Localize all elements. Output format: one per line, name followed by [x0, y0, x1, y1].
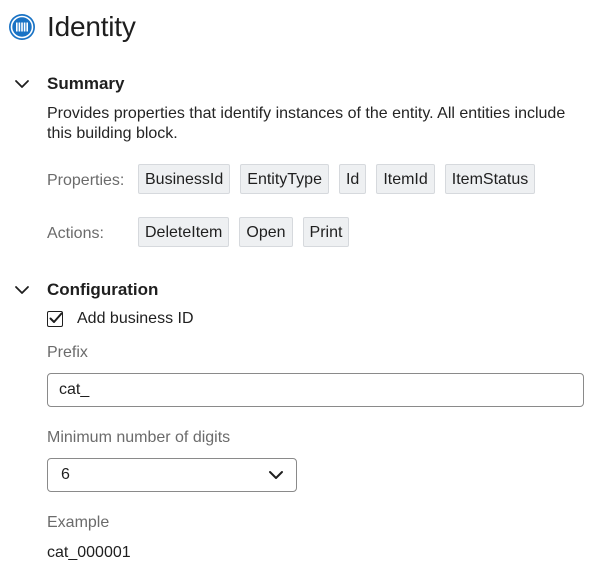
summary-section-title: Summary: [47, 74, 125, 93]
prefix-label: Prefix: [47, 344, 88, 361]
page-header: Identity: [8, 8, 136, 46]
example-label: Example: [47, 514, 110, 531]
configuration-section-toggle[interactable]: Configuration: [14, 280, 158, 300]
min-digits-selected-value: 6: [61, 466, 70, 483]
add-business-id-checkbox[interactable]: [47, 311, 63, 327]
add-business-id-label: Add business ID: [77, 310, 194, 327]
checkmark-icon: [49, 312, 63, 323]
actions-label: Actions:: [47, 225, 104, 242]
configuration-section-title: Configuration: [47, 280, 159, 299]
chevron-down-icon: [14, 76, 30, 92]
min-digits-select[interactable]: 6: [47, 458, 297, 492]
chevron-down-icon: [268, 467, 284, 483]
property-chip-itemid[interactable]: ItemId: [376, 164, 435, 194]
example-value: cat_000001: [47, 544, 131, 561]
barcode-badge-icon: [8, 13, 36, 41]
page-title: Identity: [47, 11, 136, 42]
add-business-id-checkbox-row[interactable]: Add business ID: [47, 310, 194, 328]
action-chip-print[interactable]: Print: [302, 217, 350, 247]
min-digits-label: Minimum number of digits: [47, 429, 231, 446]
property-chip-itemstatus[interactable]: ItemStatus: [444, 164, 536, 194]
property-chip-id[interactable]: Id: [338, 164, 367, 194]
properties-label: Properties:: [47, 172, 125, 189]
prefix-input[interactable]: [47, 373, 584, 407]
summary-description: Provides properties that identify instan…: [47, 105, 566, 142]
properties-chip-list: BusinessId EntityType Id ItemId ItemStat…: [138, 164, 536, 194]
action-chip-deleteitem[interactable]: DeleteItem: [138, 217, 230, 247]
actions-chip-list: DeleteItem Open Print: [138, 217, 350, 247]
summary-section-toggle[interactable]: Summary: [14, 74, 124, 94]
chevron-down-icon: [14, 282, 30, 298]
action-chip-open[interactable]: Open: [239, 217, 293, 247]
property-chip-businessid[interactable]: BusinessId: [138, 164, 231, 194]
property-chip-entitytype[interactable]: EntityType: [240, 164, 329, 194]
